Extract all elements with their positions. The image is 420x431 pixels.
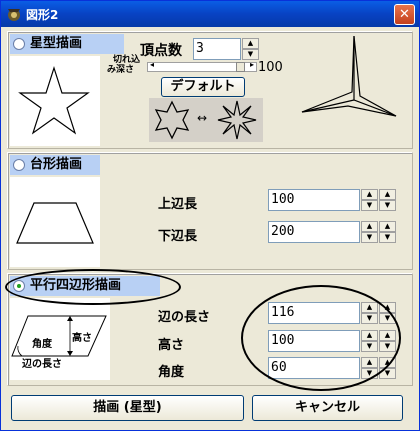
slider-left-icon[interactable]: ◂ [150,60,154,69]
spin-down-icon[interactable]: ▼ [361,232,378,243]
trapezoid-shape [16,202,94,244]
trapezoid-radio-option[interactable]: 台形描画 [10,155,100,175]
star-group: 星型描画 頂点数 3 ▲ ▼ 切れ込 み深さ ◂ ▸ 100 デフォルト ↔ [7,31,413,149]
app-icon [8,9,20,21]
lower-side-spinner[interactable]: ▲ ▼ [361,221,378,243]
dialog-window: 図形2 ✕ 星型描画 頂点数 3 ▲ ▼ 切れ込 み深さ ◂ ▸ 100 デフォ… [0,0,420,431]
title-bar[interactable]: 図形2 ✕ [1,1,419,27]
lower-side-spinner-2[interactable]: ▲ ▼ [379,221,396,243]
star-compare-image: ↔ [149,98,263,142]
trapezoid-label: 台形描画 [30,157,83,172]
spin-down-icon[interactable]: ▼ [379,200,396,211]
spin-up-icon[interactable]: ▲ [361,221,378,232]
upper-side-spinner-2[interactable]: ▲ ▼ [379,189,396,211]
upper-side-spinner[interactable]: ▲ ▼ [361,189,378,211]
highlight-ellipse-option [5,269,181,305]
star-radio[interactable] [13,38,25,50]
default-button[interactable]: デフォルト [161,77,245,97]
arrow-icon: ↔ [197,111,208,125]
cut-depth-value: 100 [258,60,283,75]
slider-right-icon[interactable]: ▸ [250,60,254,69]
diagram-side-label: 辺の長さ [22,359,62,370]
highlight-ellipse-fields [241,285,401,391]
side-length-label: 辺の長さ [158,310,211,325]
spin-up-icon[interactable]: ▲ [379,221,396,232]
trapezoid-radio[interactable] [13,159,25,171]
angle-label: 角度 [158,365,185,380]
parallelogram-preview: 角度 高さ 辺の長さ [10,298,110,380]
close-button[interactable]: ✕ [394,4,415,25]
spin-down-icon[interactable]: ▼ [361,200,378,211]
cut-depth-label-2: み深さ [107,65,135,75]
diagram-angle-label: 角度 [32,339,52,350]
cancel-button[interactable]: キャンセル [252,395,403,421]
star-preview [10,56,100,146]
spin-down-icon[interactable]: ▼ [242,49,259,60]
draw-button[interactable]: 描画 (星型) [11,395,244,421]
trapezoid-group: 台形描画 上辺長 100 ▲ ▼ ▲ ▼ 下辺長 200 ▲ ▼ ▲ ▼ [7,152,413,270]
upper-side-input[interactable]: 100 [268,189,360,211]
lower-side-label: 下辺長 [158,229,198,244]
spin-up-icon[interactable]: ▲ [361,189,378,200]
spin-down-icon[interactable]: ▼ [379,232,396,243]
star-result-preview [301,35,397,117]
vertex-count-label: 頂点数 [140,43,182,59]
star-label: 星型描画 [30,36,83,51]
spin-up-icon[interactable]: ▲ [379,189,396,200]
vertex-count-spinner[interactable]: ▲ ▼ [242,38,259,60]
slider-thumb[interactable] [236,62,245,72]
upper-side-label: 上辺長 [158,197,198,212]
lower-side-input[interactable]: 200 [268,221,360,243]
star-radio-option[interactable]: 星型描画 [10,34,124,54]
rounded-star-icon [154,100,190,140]
spiky-star-icon [217,100,257,140]
window-title: 図形2 [26,8,59,22]
diagram-height-label: 高さ [72,333,92,344]
vertex-count-input[interactable]: 3 [193,38,241,60]
cut-depth-slider[interactable]: ◂ ▸ [147,60,257,72]
trapezoid-preview [10,177,100,267]
height-label: 高さ [158,338,185,353]
cut-depth-label-1: 切れ込 [113,55,141,65]
spin-up-icon[interactable]: ▲ [242,38,259,49]
star-preview-shape [18,66,90,135]
